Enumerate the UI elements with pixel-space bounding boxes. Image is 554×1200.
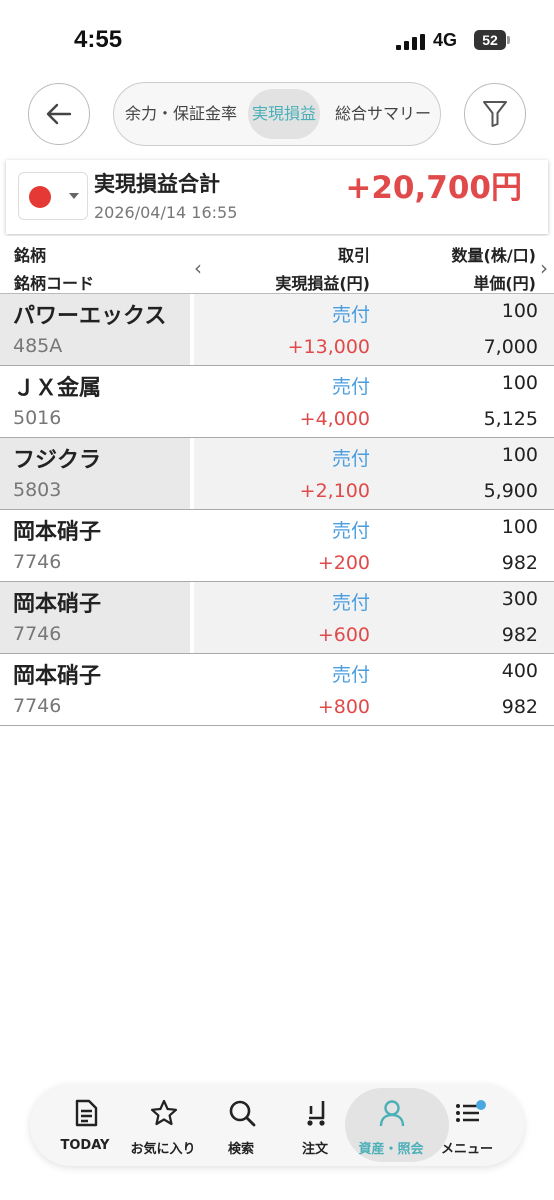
- unit-price: 982: [501, 696, 538, 718]
- signal-icon: [396, 34, 425, 50]
- network-label: 4G: [433, 30, 458, 50]
- market-selector[interactable]: [18, 172, 88, 220]
- stock-name: 岡本硝子: [13, 664, 102, 689]
- realized-pnl: +2,100: [299, 480, 370, 502]
- quantity: 100: [501, 372, 538, 394]
- trade-type: 売付: [331, 448, 370, 470]
- tab-margin-rate[interactable]: 余力・保証金率: [120, 89, 242, 139]
- tab-realized-pnl[interactable]: 実現損益: [248, 89, 320, 139]
- realized-pnl: +600: [317, 624, 370, 646]
- arrow-left-icon: [46, 103, 72, 125]
- table-row[interactable]: 岡本硝子 7746 売付 +600 300 982: [0, 582, 554, 654]
- quantity: 100: [501, 300, 538, 322]
- chevron-left-icon[interactable]: ‹: [194, 256, 202, 280]
- filter-icon: [483, 101, 507, 127]
- quantity: 300: [501, 588, 538, 610]
- summary-total: +20,700円: [345, 170, 522, 206]
- realized-pnl: +4,000: [299, 408, 370, 430]
- unit-price: 7,000: [483, 336, 538, 358]
- trade-type: 売付: [331, 304, 370, 326]
- stock-code: 485A: [13, 335, 63, 357]
- table-row[interactable]: ＪＸ金属 5016 売付 +4,000 100 5,125: [0, 366, 554, 438]
- trade-type: 売付: [331, 376, 370, 398]
- summary-title: 実現損益合計: [94, 172, 220, 196]
- stock-name: ＪＸ金属: [13, 376, 102, 401]
- table-row[interactable]: パワーエックス 485A 売付 +13,000 100 7,000: [0, 294, 554, 366]
- bottom-tab-bar: TODAY お気に入り 検索 注文 資産・照会 メニュー: [30, 1084, 524, 1166]
- unit-price: 5,125: [483, 408, 538, 430]
- back-button[interactable]: [28, 83, 90, 145]
- quantity: 400: [501, 660, 538, 682]
- status-time: 4:55: [74, 26, 123, 53]
- header-qty: 数量(株/口): [451, 246, 536, 265]
- unit-price: 5,900: [483, 480, 538, 502]
- tab-summary[interactable]: 総合サマリー: [328, 89, 438, 139]
- summary-date: 2026/04/14 16:55: [94, 203, 238, 222]
- news-icon: [75, 1099, 98, 1127]
- trade-type: 売付: [331, 664, 370, 686]
- notification-dot: [476, 1100, 486, 1110]
- header-name: 銘柄: [14, 246, 47, 265]
- stock-code: 7746: [13, 695, 62, 717]
- tab-label: メニュー: [440, 1142, 493, 1157]
- header-pnl: 実現損益(円): [275, 274, 370, 293]
- star-icon: [150, 1099, 178, 1126]
- header-trade: 取引: [337, 246, 370, 265]
- table-row[interactable]: 岡本硝子 7746 売付 +200 100 982: [0, 510, 554, 582]
- quantity: 100: [501, 444, 538, 466]
- cart-icon: [307, 1101, 325, 1126]
- header-price: 単価(円): [473, 274, 536, 293]
- realized-pnl: +800: [317, 696, 370, 718]
- stock-code: 7746: [13, 623, 62, 645]
- trade-type: 売付: [331, 520, 370, 542]
- status-bar: 4:55 4G 52: [0, 0, 554, 80]
- stock-name: フジクラ: [13, 448, 102, 473]
- realized-pnl: +13,000: [287, 336, 370, 358]
- stock-name: 岡本硝子: [13, 592, 102, 617]
- stock-code: 5803: [13, 479, 62, 501]
- trade-type: 売付: [331, 592, 370, 614]
- table-row[interactable]: フジクラ 5803 売付 +2,100 100 5,900: [0, 438, 554, 510]
- caret-down-icon: [69, 193, 79, 199]
- tab-menu[interactable]: メニュー: [429, 1084, 505, 1166]
- japan-flag-icon: [29, 186, 51, 208]
- summary-card: 実現損益合計 2026/04/14 16:55 +20,700円: [6, 160, 548, 234]
- battery-level: 52: [474, 30, 506, 50]
- chevron-right-icon[interactable]: ›: [540, 256, 548, 280]
- person-icon: [379, 1100, 405, 1127]
- battery-icon: 52: [474, 30, 510, 50]
- realized-pnl: +200: [317, 552, 370, 574]
- stock-code: 7746: [13, 551, 62, 573]
- unit-price: 982: [501, 624, 538, 646]
- filter-button[interactable]: [464, 83, 526, 145]
- trade-list: パワーエックス 485A 売付 +13,000 100 7,000 ＪＸ金属 5…: [0, 294, 554, 726]
- unit-price: 982: [501, 552, 538, 574]
- stock-name: 岡本硝子: [13, 520, 102, 545]
- header-code: 銘柄コード: [14, 274, 95, 293]
- stock-name: パワーエックス: [13, 304, 167, 329]
- segmented-control: 余力・保証金率 実現損益 総合サマリー: [113, 82, 441, 146]
- search-icon: [229, 1100, 256, 1127]
- quantity: 100: [501, 516, 538, 538]
- table-row[interactable]: 岡本硝子 7746 売付 +800 400 982: [0, 654, 554, 726]
- stock-code: 5016: [13, 407, 62, 429]
- table-header: 銘柄 銘柄コード ‹ 取引 実現損益(円) 数量(株/口) 単価(円) ›: [0, 236, 554, 294]
